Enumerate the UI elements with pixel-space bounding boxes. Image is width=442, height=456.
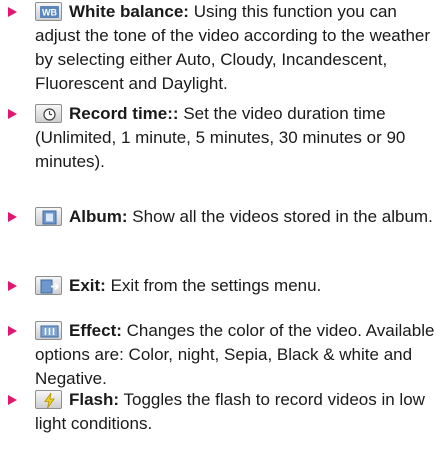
term-label: Effect:: [69, 321, 122, 340]
term-label: Record time::: [69, 104, 179, 123]
flash-icon: [35, 390, 62, 409]
album-icon: [35, 207, 62, 226]
term-label: Album:: [69, 207, 128, 226]
exit-icon: [35, 276, 62, 295]
term-label: Exit:: [69, 276, 106, 295]
item-text: WB White balance: Using this function yo…: [35, 0, 442, 96]
svg-text:WB: WB: [42, 8, 57, 18]
term-label: Flash:: [69, 390, 120, 409]
bullet-triangle-icon: [8, 109, 17, 119]
bullet-triangle-icon: [8, 326, 17, 336]
item-text: Record time:: Set the video duration tim…: [35, 102, 442, 174]
item-text: Effect: Changes the color of the video. …: [35, 319, 442, 391]
item-text: Exit: Exit from the settings menu.: [35, 274, 442, 298]
effect-icon: [35, 321, 62, 340]
item-text: Flash: Toggles the flash to record video…: [35, 388, 442, 436]
bullet-triangle-icon: [8, 212, 17, 222]
item-text: Album: Show all the videos stored in the…: [35, 205, 442, 229]
white-balance-icon: WB: [35, 2, 62, 21]
clock-icon: [35, 104, 62, 123]
bullet-triangle-icon: [8, 395, 17, 405]
term-label: White balance:: [69, 2, 189, 21]
bullet-triangle-icon: [8, 7, 17, 17]
term-description: Show all the videos stored in the album.: [132, 207, 433, 226]
term-description: Exit from the settings menu.: [110, 276, 322, 295]
bullet-triangle-icon: [8, 281, 17, 291]
